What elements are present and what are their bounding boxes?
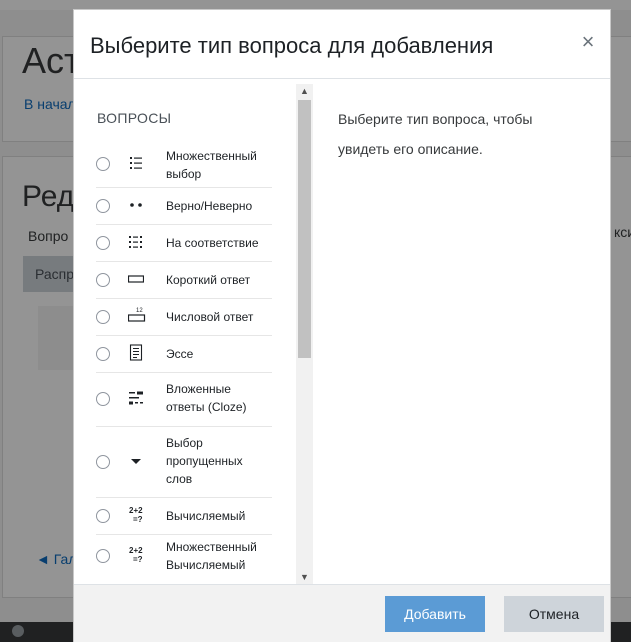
modal-footer: Добавить Отмена	[74, 584, 610, 642]
scroll-thumb[interactable]	[298, 100, 311, 358]
numerical-icon-text: 12	[136, 308, 143, 314]
calculated-icon: 2+2 =?	[128, 505, 148, 524]
radio-shortanswer[interactable]	[96, 273, 110, 287]
add-button[interactable]: Добавить	[385, 596, 485, 632]
close-icon[interactable]: ×	[574, 28, 602, 56]
calculatedmulti-icon: 2+2 =?	[128, 545, 148, 564]
radio-gapselect[interactable]	[96, 455, 110, 469]
question-type-match[interactable]: На соответствие	[96, 224, 272, 262]
essay-icon	[128, 344, 148, 361]
question-type-label: Числовой ответ	[166, 310, 254, 324]
gapselect-icon	[128, 453, 148, 469]
question-chooser-dialog: Выберите тип вопроса для добавления × ВО…	[73, 9, 611, 642]
question-type-label: Выбор пропущенных слов	[166, 436, 243, 486]
question-type-label: На соответствие	[166, 236, 259, 250]
question-type-label: Множественный выбор	[166, 149, 257, 181]
question-type-gapselect[interactable]: Выбор пропущенных слов	[96, 426, 272, 498]
numerical-icon: 12	[128, 306, 148, 322]
calc-icon-text-bottom: =?	[133, 515, 143, 524]
modal-header: Выберите тип вопроса для добавления ×	[74, 10, 610, 79]
question-type-label: Эссе	[166, 347, 194, 361]
question-type-label: Короткий ответ	[166, 273, 251, 287]
question-type-calculatedmulti[interactable]: 2+2 =? Множественный Вычисляемый	[96, 534, 272, 578]
section-label-questions: ВОПРОСЫ	[97, 110, 172, 126]
modal-title: Выберите тип вопроса для добавления	[90, 33, 494, 58]
question-type-multichoice[interactable]: Множественный выбор	[96, 143, 272, 188]
question-type-calculated[interactable]: 2+2 =? Вычисляемый	[96, 497, 272, 535]
cloze-icon	[128, 390, 148, 406]
question-type-shortanswer[interactable]: Короткий ответ	[96, 261, 272, 299]
radio-calculatedmulti[interactable]	[96, 549, 110, 563]
shortanswer-icon	[128, 271, 148, 287]
scroll-up-arrow-icon[interactable]: ▲	[296, 84, 313, 98]
match-icon	[128, 234, 148, 250]
question-type-label: Множественный Вычисляемый	[166, 540, 257, 572]
cancel-button[interactable]: Отмена	[504, 596, 604, 632]
question-type-label: Вложенные ответы (Cloze)	[166, 382, 247, 414]
question-type-label: Верно/Неверно	[166, 199, 253, 213]
radio-cloze[interactable]	[96, 392, 110, 406]
calcmulti-icon-text-top: 2+2	[129, 546, 143, 555]
radio-truefalse[interactable]	[96, 199, 110, 213]
radio-calculated[interactable]	[96, 509, 110, 523]
radio-match[interactable]	[96, 236, 110, 250]
question-type-cloze[interactable]: Вложенные ответы (Cloze)	[96, 372, 272, 427]
question-type-essay[interactable]: Эссе	[96, 335, 272, 373]
truefalse-icon	[128, 197, 148, 213]
question-type-numerical[interactable]: 12 Числовой ответ	[96, 298, 272, 336]
list-scrollbar[interactable]: ▲ ▼	[296, 84, 313, 584]
question-type-truefalse[interactable]: Верно/Неверно	[96, 187, 272, 225]
question-type-label: Вычисляемый	[166, 509, 246, 523]
calcmulti-icon-text-bottom: =?	[133, 555, 143, 564]
question-type-list: ВОПРОСЫ Множественный выбор Верно/Неверн…	[74, 79, 314, 584]
calc-icon-text-top: 2+2	[129, 506, 143, 515]
radio-essay[interactable]	[96, 347, 110, 361]
multichoice-icon	[128, 155, 148, 171]
scroll-down-arrow-icon[interactable]: ▼	[296, 570, 313, 584]
radio-multichoice[interactable]	[96, 157, 110, 171]
radio-numerical[interactable]	[96, 310, 110, 324]
question-type-description: Выберите тип вопроса, чтобы увидеть его …	[338, 111, 533, 157]
